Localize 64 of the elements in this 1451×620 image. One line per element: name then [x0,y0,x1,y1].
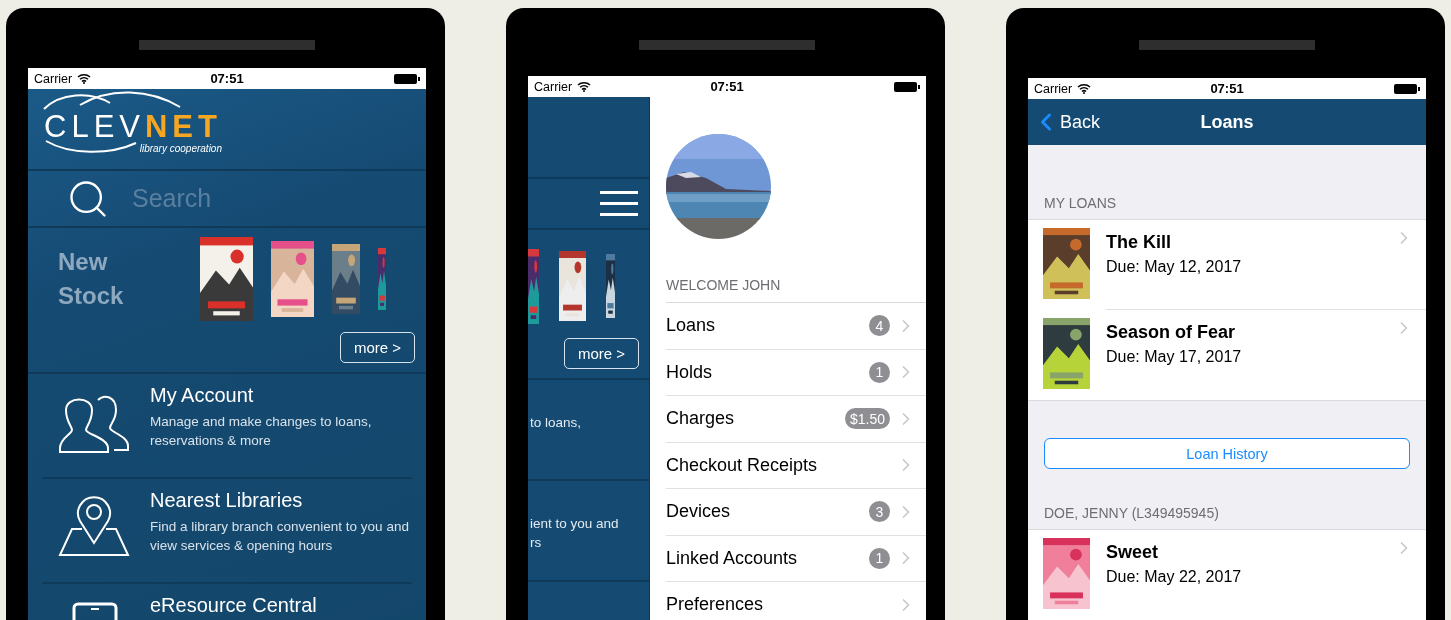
loan-title: The Kill [1106,232,1172,253]
drawer-menu-item[interactable]: Holds 1 [666,349,926,396]
carrier-label: Carrier [534,79,573,94]
more-button[interactable]: more > [563,338,639,369]
count-badge: 4 [869,315,890,337]
menu-item[interactable]: Nearest Libraries Find a library branch convenient to you and view services & opening hours [42,479,412,584]
description-fragment: to loans, [529,414,583,432]
battery-icon [894,81,920,92]
menu-item-label: Checkout Receipts [666,454,819,476]
count-badge: 1 [869,547,890,569]
menu-icon[interactable] [600,190,638,217]
menu-item-label: Loans [666,315,717,337]
description-fragment: rs [529,534,543,552]
more-button[interactable]: more > [339,332,415,363]
drawer-menu-item[interactable]: Charges $1.50 [666,396,926,443]
loan-row[interactable]: Season of Fear Due: May 17, 2017 [1028,310,1426,400]
count-badge: 3 [869,501,890,523]
carrier-label: Carrier [1034,81,1073,96]
logo-tagline: library cooperation [139,142,222,154]
menu-item-label: Holds [666,361,714,383]
menu-item-label: Devices [666,501,732,523]
menu-item[interactable]: eResource Central [42,584,412,620]
menu-item[interactable]: My Account Manage and make changes to loans, reservations & more [42,374,412,479]
count-badge: $1.50 [844,408,890,430]
back-link[interactable]: Back [1032,108,1101,136]
wifi-icon [77,73,92,84]
wifi-icon [577,81,592,92]
drawer-menu-item[interactable]: Linked Accounts 1 [666,535,926,582]
status-time: 07:51 [210,71,244,86]
section-header: MY LOANS [1043,195,1118,213]
drawer-menu-item[interactable]: Checkout Receipts [666,442,926,489]
loan-due-date: Due: May 22, 2017 [1106,568,1243,586]
description-fragment: ient to you and [529,515,620,533]
battery-icon [394,73,420,84]
menu-item-title: My Account [150,384,255,407]
menu-item-description: Manage and make changes to loans, reservations & more [150,413,373,450]
menu-item-description: Find a library branch convenient to you and view services & opening hours [150,518,410,555]
welcome-heading: WELCOME JOHN [666,277,926,303]
wifi-icon [1077,83,1092,94]
loan-row[interactable]: The Kill Due: May 12, 2017 [1028,220,1426,310]
new-stock-title: New Stock [58,247,125,311]
map-pin-icon [58,495,130,557]
menu-item-label: Linked Accounts [666,547,799,569]
loan-row[interactable]: Sweet Due: May 22, 2017 [1028,530,1426,620]
loan-due-date: Due: May 17, 2017 [1106,348,1243,366]
loan-title: Sweet [1106,542,1160,563]
status-time: 07:51 [710,79,744,94]
status-time: 07:51 [1210,81,1244,96]
battery-icon [1394,83,1420,94]
drawer-menu-item[interactable]: Loans 4 [666,303,926,350]
menu-item-label: Charges [666,408,736,430]
count-badge: 1 [869,361,890,383]
drawer-menu-item[interactable]: Preferences [666,582,926,620]
drawer-menu-item[interactable]: Devices 3 [666,489,926,536]
menu-item-label: Preferences [666,594,765,616]
screen-title: Loans [1200,111,1254,133]
loan-due-date: Due: May 12, 2017 [1106,258,1243,276]
logo-wordmark: CLEV NET [44,110,222,142]
carrier-label: Carrier [34,71,73,86]
menu-item-title: Nearest Libraries [150,489,304,512]
menu-item-title: eResource Central [150,594,317,617]
loan-title: Season of Fear [1106,322,1237,343]
search-field[interactable]: Search [130,183,426,214]
section-header: DOE, JENNY (L349495945) [1043,505,1220,523]
